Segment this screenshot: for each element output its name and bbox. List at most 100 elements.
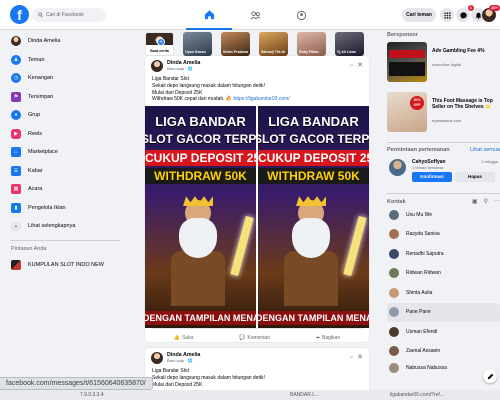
post-time[interactable]: Baru saja · 🌐 bbox=[167, 358, 192, 363]
avatar bbox=[389, 307, 399, 318]
taskbar-item[interactable]: 7.9.0.3.3.4 bbox=[80, 392, 104, 398]
tab-home[interactable] bbox=[186, 0, 232, 30]
avatar bbox=[389, 326, 399, 337]
search-icon[interactable]: ⚲ bbox=[484, 198, 488, 205]
taskbar-item[interactable]: BANDAR.L... bbox=[290, 392, 319, 398]
delete-button[interactable]: Hapus bbox=[455, 172, 495, 182]
post-text: Liga Bandar Slot Sekali depo langsung ma… bbox=[152, 368, 265, 388]
close-icon[interactable]: ✕ bbox=[357, 353, 363, 361]
contact-item[interactable]: Zaenal Assaein bbox=[387, 342, 500, 362]
avatar[interactable] bbox=[151, 60, 163, 72]
facebook-logo[interactable]: f bbox=[10, 5, 29, 24]
profile-avatar-button[interactable]: 20+ bbox=[482, 5, 500, 22]
promo-image[interactable]: LIGA BANDAR SLOT GACOR TERPERCAYA CUKUP … bbox=[258, 106, 369, 329]
promo-image[interactable]: LIGA BANDAR SLOT GACOR TERPERCAYA CUKUP … bbox=[145, 106, 256, 329]
ad-thumbnail bbox=[387, 42, 427, 82]
story-card[interactable]: Ruby Fitlan bbox=[297, 32, 326, 56]
globe-icon: 🌐 bbox=[187, 358, 193, 363]
avatar bbox=[389, 248, 399, 259]
browser-taskbar: 7.9.0.3.3.4 BANDAR.L... ligabandar06.com… bbox=[0, 390, 500, 400]
video-call-icon[interactable]: ▣ bbox=[472, 198, 478, 205]
sidebar-item-profile[interactable]: Dinda Amelia bbox=[0, 32, 130, 51]
confirm-button[interactable]: Konfirmasi bbox=[412, 172, 452, 182]
lightning-bolt bbox=[230, 216, 254, 277]
sidebar-item-label: Grup bbox=[28, 112, 41, 119]
sidebar-item-events[interactable]: ▦ Acara bbox=[0, 180, 130, 199]
more-options-icon[interactable]: ··· bbox=[494, 198, 500, 205]
sponsored-ad[interactable]: Adv Gambling Fee 4% marcoline.digital bbox=[387, 42, 500, 86]
story-label: Vj Ali Lowe bbox=[337, 50, 357, 54]
create-story-card[interactable]: + Buat cerita bbox=[145, 32, 174, 56]
sidebar-item-ads-manager[interactable]: ▮ Pengelola Iklan bbox=[0, 199, 130, 218]
see-more-button[interactable]: ⌄ Lihat selengkapnya bbox=[0, 217, 130, 236]
like-button[interactable]: 👍 Suka bbox=[174, 335, 194, 341]
taskbar-item[interactable]: ligabandar06.com/?ref... bbox=[390, 392, 444, 398]
friend-requests-header: Permintaan pertemanan Lihat semua bbox=[387, 147, 500, 153]
sponsored-ad[interactable]: 40% OFF This Foot Massage is Top Seller … bbox=[387, 92, 500, 136]
share-button[interactable]: ➦ Bagikan bbox=[316, 335, 340, 341]
avatar[interactable] bbox=[151, 352, 163, 364]
post-link[interactable]: https://ligabandar03.com/ bbox=[234, 96, 290, 102]
friends-icon: ♟ bbox=[11, 54, 21, 65]
comment-button[interactable]: 💬 Komentari bbox=[239, 335, 270, 341]
shortcut-item[interactable]: KUMPULAN SLOT INDO NEW bbox=[0, 256, 130, 275]
sidebar-item-saved[interactable]: ⚑ Tersimpan bbox=[0, 88, 130, 107]
contact-item[interactable]: Pane Pane bbox=[387, 302, 500, 322]
tab-groups[interactable] bbox=[278, 0, 324, 30]
new-message-button[interactable] bbox=[483, 369, 497, 383]
bookmark-icon: ⚑ bbox=[11, 91, 21, 102]
sidebar-item-label: Kabar bbox=[28, 167, 43, 174]
contact-item[interactable]: Renadhi Saputra bbox=[387, 244, 500, 264]
contact-item[interactable]: Usu Mu We bbox=[387, 205, 500, 225]
ad-thumbnail: 40% OFF bbox=[387, 92, 427, 132]
post-media[interactable]: LIGA BANDAR SLOT GACOR TERPERCAYA CUKUP … bbox=[145, 106, 369, 329]
top-navigation-bar: f Cari teman 1 20+ bbox=[0, 0, 500, 30]
sidebar-item-label: Dinda Amelia bbox=[28, 38, 61, 45]
contact-item[interactable]: Usman Efendi bbox=[387, 322, 500, 342]
story-card[interactable]: Vj Ali Lowe bbox=[335, 32, 364, 56]
story-card[interactable]: Sefan Pratama bbox=[221, 32, 250, 56]
contact-item[interactable]: Rasyda Sanisa bbox=[387, 225, 500, 245]
avatar[interactable] bbox=[389, 159, 406, 176]
sidebar-item-label: Marketplace bbox=[28, 149, 58, 156]
contact-item[interactable]: Ridwan Ridwan bbox=[387, 264, 500, 284]
news-feed: + Buat cerita Oyan Kacan Sefan Pratama S… bbox=[140, 30, 370, 400]
shortcuts-title: Pintasan Anda bbox=[11, 245, 47, 252]
ad-url: marcoline.digital bbox=[432, 62, 461, 67]
sidebar-item-marketplace[interactable]: ⌂ Marketplace bbox=[0, 143, 130, 162]
find-friends-button[interactable]: Cari teman bbox=[402, 8, 436, 22]
search-box[interactable] bbox=[32, 8, 106, 22]
bar-chart-icon: ▮ bbox=[11, 202, 21, 213]
messenger-button[interactable]: 1 bbox=[456, 5, 474, 22]
sidebar-item-reels[interactable]: ▶ Reels bbox=[0, 125, 130, 144]
post-time[interactable]: Baru saja · 🌐 bbox=[167, 66, 192, 71]
grid-icon bbox=[443, 11, 451, 19]
ad-title[interactable]: This Foot Massage is Top Seller on The S… bbox=[432, 98, 498, 110]
see-all-link[interactable]: Lihat semua bbox=[470, 147, 500, 153]
calendar-icon: ▦ bbox=[11, 184, 21, 195]
sidebar-item-label: Kenangan bbox=[28, 75, 54, 82]
search-input[interactable] bbox=[46, 12, 106, 18]
ad-title[interactable]: Adv Gambling Fee 4% bbox=[432, 48, 498, 54]
sidebar-item-feeds[interactable]: ☰ Kabar bbox=[0, 162, 130, 181]
messenger-icon bbox=[459, 11, 467, 19]
post-header: Dinda Amelia Baru saja · 🌐 ··· ✕ bbox=[145, 348, 369, 368]
avatar bbox=[389, 346, 399, 357]
sidebar-item-memories[interactable]: ◷ Kenangan bbox=[0, 69, 130, 88]
sidebar-item-friends[interactable]: ♟ Teman bbox=[0, 51, 130, 70]
story-label: Sahnaji Tht-th bbox=[261, 50, 285, 54]
story-label: Ruby Fitlan bbox=[299, 50, 319, 54]
contact-item[interactable]: Shinta Aulia bbox=[387, 283, 500, 303]
story-card[interactable]: Sahnaji Tht-th bbox=[259, 32, 288, 56]
more-options-icon[interactable]: ··· bbox=[349, 62, 354, 69]
tab-friends[interactable] bbox=[232, 0, 278, 30]
sidebar-item-groups[interactable]: ● Grup bbox=[0, 106, 130, 125]
menu-grid-button[interactable] bbox=[440, 8, 454, 22]
more-options-icon[interactable]: ··· bbox=[349, 354, 354, 361]
sidebar-item-label: Tersimpan bbox=[28, 93, 54, 100]
lightning-bolt bbox=[343, 216, 367, 277]
story-card[interactable]: Oyan Kacan bbox=[183, 32, 212, 56]
close-icon[interactable]: ✕ bbox=[357, 61, 363, 69]
story-label: Oyan Kacan bbox=[185, 50, 206, 54]
story-label: Buat cerita bbox=[150, 49, 169, 53]
